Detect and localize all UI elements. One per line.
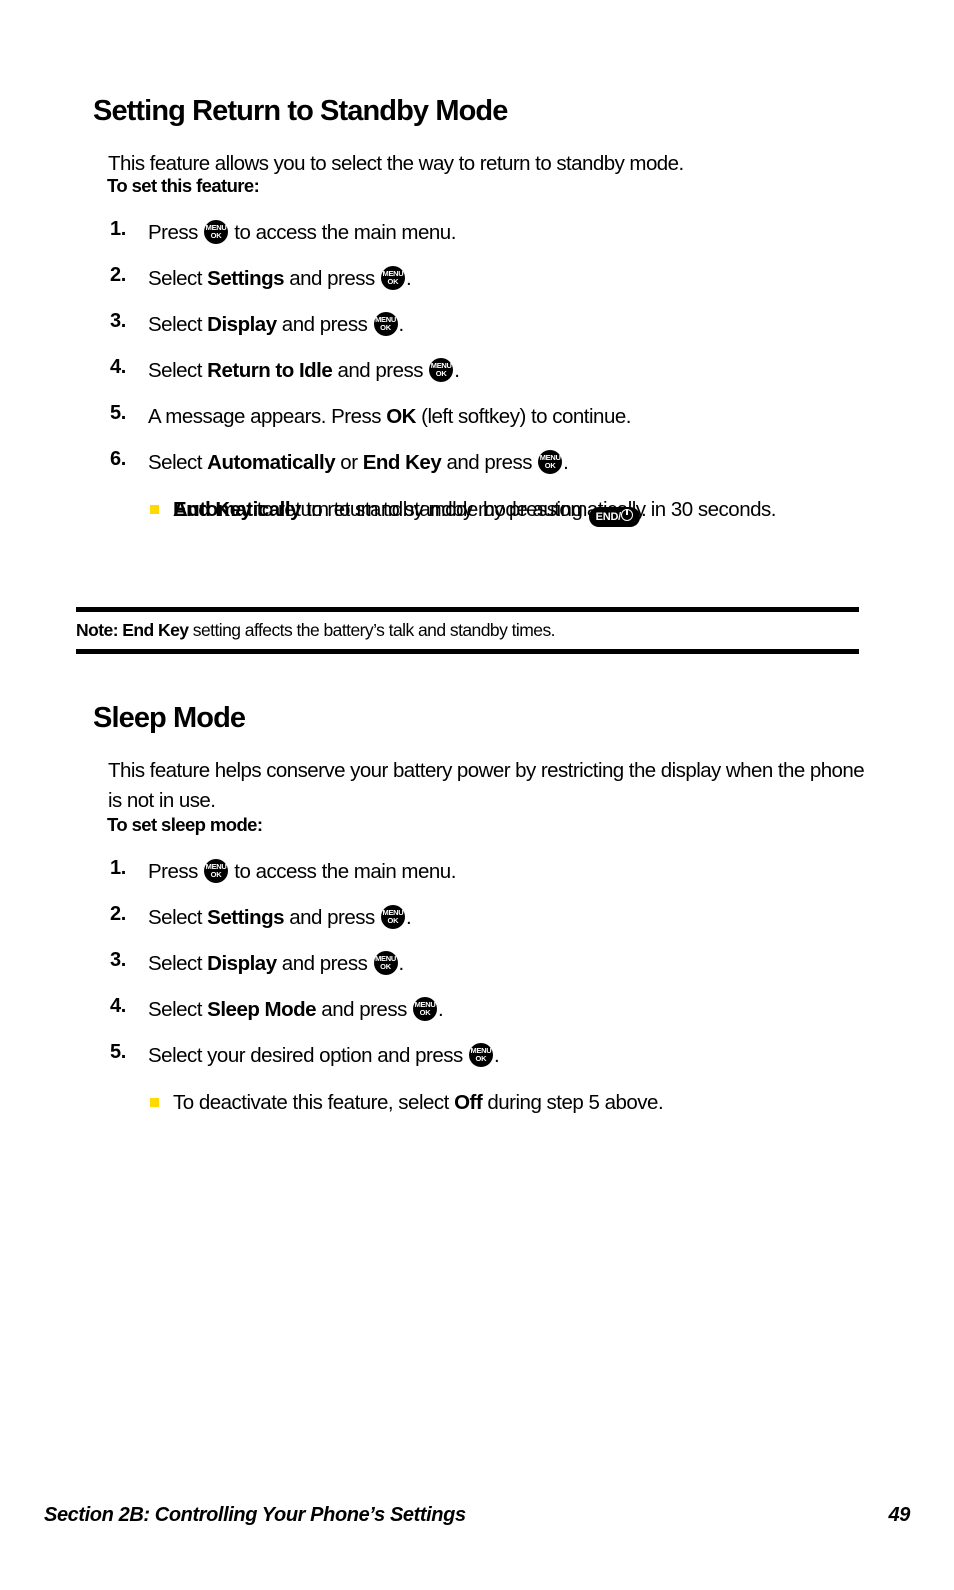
page-number: 49 bbox=[888, 1504, 911, 1526]
note-text: Note: End Key setting affects the batter… bbox=[76, 620, 556, 640]
intro-paragraph-standby: This feature allows you to select the wa… bbox=[108, 151, 684, 175]
menu-key-bottom-label: OK bbox=[419, 1008, 431, 1017]
menu-key-bottom-label: OK bbox=[387, 916, 399, 925]
step-text: Select Display and press MENU OK. bbox=[148, 312, 404, 336]
step-number: 3. bbox=[110, 310, 126, 332]
menu-key-bottom-label: OK bbox=[380, 962, 391, 971]
step-item: 2. Select Settings and press MENU OK. bbox=[0, 903, 954, 934]
sub-bullet-text: End Key to return to standby mode by pre… bbox=[173, 494, 863, 527]
menu-key-bottom-label: OK bbox=[210, 870, 222, 879]
emphasis-text: Note: bbox=[76, 620, 119, 640]
section-heading-sleep: Sleep Mode bbox=[93, 702, 246, 735]
step-text: Select Settings and press MENU OK. bbox=[148, 266, 412, 290]
emphasis-text: Settings bbox=[207, 267, 285, 290]
emphasis-text: End Key bbox=[122, 620, 189, 640]
step-number: 2. bbox=[110, 264, 126, 286]
step-number: 3. bbox=[110, 949, 126, 971]
end-key-label: END/ bbox=[595, 511, 622, 523]
manual-page: Setting Return to Standby Mode This feat… bbox=[0, 0, 954, 1590]
footer-section-label: Section 2B: Controlling Your Phone’s Set… bbox=[44, 1504, 466, 1526]
menu-ok-key-icon: MENU OK bbox=[204, 859, 229, 883]
menu-key-bottom-label: OK bbox=[435, 369, 447, 378]
intro-paragraph-sleep: This feature helps conserve your battery… bbox=[108, 758, 865, 812]
step-text: Select Return to Idle and press MENU OK. bbox=[148, 358, 460, 382]
step-item: 3. Select Display and press MENU OK. bbox=[0, 310, 954, 341]
emphasis-text: Return to Idle bbox=[207, 359, 333, 382]
end-power-key-icon: END/ bbox=[588, 507, 641, 527]
step-item: 1. Press MENU OK to access the main menu. bbox=[0, 218, 954, 249]
step-text: Select Display and press MENU OK. bbox=[148, 951, 404, 975]
step-number: 1. bbox=[110, 218, 126, 240]
page-footer: Section 2B: Controlling Your Phone’s Set… bbox=[44, 1504, 910, 1527]
step-text: Select your desired option and press MEN… bbox=[148, 1043, 500, 1067]
note-box: Note: End Key setting affects the batter… bbox=[76, 607, 859, 654]
menu-ok-key-icon: MENU OK bbox=[413, 997, 438, 1021]
step-text: Select Sleep Mode and press MENU OK. bbox=[148, 997, 444, 1021]
step-list-sleep: 1. Press MENU OK to access the main menu. 2… bbox=[0, 857, 954, 1114]
square-bullet-icon bbox=[150, 1098, 159, 1107]
lead-label-sleep: To set sleep mode: bbox=[107, 814, 263, 835]
power-symbol-icon bbox=[621, 509, 634, 521]
emphasis-text: Settings bbox=[207, 906, 285, 929]
step-text: Press MENU OK to access the main menu. bbox=[148, 859, 456, 883]
step-number: 4. bbox=[110, 356, 126, 378]
menu-ok-key-icon: MENU OK bbox=[380, 905, 405, 929]
step-number: 5. bbox=[110, 1041, 126, 1063]
emphasis-text: Off bbox=[454, 1091, 483, 1114]
section-heading-standby: Setting Return to Standby Mode bbox=[93, 95, 508, 128]
step-list-standby: 1. Press MENU OK to access the main menu. 2… bbox=[0, 218, 954, 527]
step-number: 2. bbox=[110, 903, 126, 925]
step-text: Press MENU OK to access the main menu. bbox=[148, 220, 456, 244]
lead-label-standby: To set this feature: bbox=[107, 175, 260, 196]
emphasis-text: OK bbox=[386, 405, 416, 428]
menu-ok-key-icon: MENU OK bbox=[373, 951, 398, 975]
step-text: Select Automatically or End Key and pres… bbox=[148, 450, 569, 474]
menu-key-bottom-label: OK bbox=[544, 461, 556, 470]
emphasis-text: Sleep Mode bbox=[207, 998, 317, 1021]
emphasis-text: Display bbox=[207, 952, 277, 975]
menu-ok-key-icon: MENU OK bbox=[373, 312, 398, 336]
step-text: Select Settings and press MENU OK. bbox=[148, 905, 412, 929]
step-number: 4. bbox=[110, 995, 126, 1017]
emphasis-text: Automatically bbox=[207, 451, 336, 474]
menu-ok-key-icon: MENU OK bbox=[538, 450, 563, 474]
step-item: 1. Press MENU OK to access the main menu. bbox=[0, 857, 954, 888]
menu-ok-key-icon: MENU OK bbox=[380, 266, 405, 290]
step-item: 3. Select Display and press MENU OK. bbox=[0, 949, 954, 980]
emphasis-text: Display bbox=[207, 313, 277, 336]
menu-key-bottom-label: OK bbox=[380, 323, 391, 332]
step-item: 6. Select Automatically or End Key and pr… bbox=[0, 448, 954, 479]
step-number: 6. bbox=[110, 448, 126, 470]
step-item: 4. Select Sleep Mode and press MENU OK. bbox=[0, 995, 954, 1026]
sub-bullet-text: To deactivate this feature, select Off d… bbox=[173, 1091, 664, 1114]
step-number: 5. bbox=[110, 402, 126, 424]
step-item: 5. Select your desired option and press M… bbox=[0, 1041, 954, 1072]
menu-key-bottom-label: OK bbox=[475, 1054, 487, 1063]
emphasis-text: End Key bbox=[173, 498, 252, 521]
step-text: A message appears. Press OK (left softke… bbox=[148, 405, 631, 428]
square-bullet-icon bbox=[150, 505, 159, 514]
step-item: 2. Select Settings and press MENU OK. bbox=[0, 264, 954, 295]
step-item: 4. Select Return to Idle and press MENU OK… bbox=[0, 356, 954, 387]
menu-ok-key-icon: MENU OK bbox=[204, 220, 229, 244]
menu-key-bottom-label: OK bbox=[387, 277, 399, 286]
menu-ok-key-icon: MENU OK bbox=[468, 1043, 493, 1067]
menu-key-bottom-label: OK bbox=[210, 231, 222, 240]
step-item: 5. A message appears. Press OK (left soft… bbox=[0, 402, 954, 433]
menu-ok-key-icon: MENU OK bbox=[429, 358, 454, 382]
emphasis-text: End Key bbox=[362, 451, 442, 474]
step-number: 1. bbox=[110, 857, 126, 879]
